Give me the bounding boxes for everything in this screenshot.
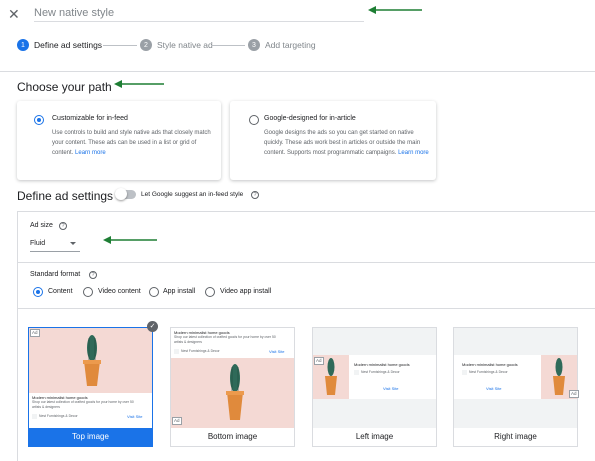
standard-format-label: Standard format xyxy=(30,271,81,278)
step-add-targeting[interactable]: 3 Add targeting xyxy=(248,39,316,51)
format-option-label: App install xyxy=(163,288,196,295)
layout-card-bottom-image[interactable]: Modern minimalist home goods Shop our la… xyxy=(170,327,295,447)
help-icon[interactable]: ? xyxy=(59,222,67,230)
path-option-customizable[interactable]: Customizable for in-feed Use controls to… xyxy=(17,101,221,180)
preview-body: Shop our latest collection of crafted go… xyxy=(32,400,134,409)
radio-app-install[interactable] xyxy=(149,287,159,297)
cactus-pot-image xyxy=(226,364,244,420)
help-icon[interactable]: ? xyxy=(89,271,97,279)
step-connector xyxy=(103,45,137,46)
format-option-label: Video app install xyxy=(220,288,272,295)
path-option-description: Use controls to build and style native a… xyxy=(52,128,212,158)
ad-size-value: Fluid xyxy=(30,240,46,247)
step-style-native-ad[interactable]: 2 Style native ad xyxy=(140,39,213,51)
step-label: Style native ad xyxy=(157,40,213,50)
step-number: 2 xyxy=(140,39,152,51)
format-option-label: Video content xyxy=(98,288,141,295)
ad-badge: Ad xyxy=(30,329,40,337)
step-number: 1 xyxy=(17,39,29,51)
format-option-label: Content xyxy=(48,288,73,295)
advertiser-logo xyxy=(462,370,467,375)
suggest-style-toggle[interactable] xyxy=(115,188,136,200)
radio-google-designed[interactable] xyxy=(249,115,259,125)
layout-card-right-image[interactable]: Ad Modern minimalist home goods Nest Fur… xyxy=(453,327,579,447)
toggle-label: Let Google suggest an in-feed style xyxy=(141,191,244,198)
annotation-arrow xyxy=(114,80,164,88)
define-ad-settings-heading: Define ad settings xyxy=(17,189,114,203)
preview-advertiser: Nest Furnishings & Decor xyxy=(39,414,78,418)
step-define-ad-settings[interactable]: 1 Define ad settings xyxy=(17,39,102,51)
style-name-input[interactable] xyxy=(34,4,364,22)
path-option-title: Google-designed for in-article xyxy=(264,115,356,122)
preview-headline: Modern minimalist home goods xyxy=(354,362,410,367)
layout-caption: Top image xyxy=(29,428,152,446)
preview-headline: Modern minimalist home goods xyxy=(462,362,518,367)
learn-more-link[interactable]: Learn more xyxy=(398,150,429,156)
chevron-down-icon xyxy=(70,242,76,245)
check-icon: ✓ xyxy=(147,321,158,332)
radio-video-content[interactable] xyxy=(83,287,93,297)
preview-cta: Visit Site xyxy=(486,386,502,391)
divider xyxy=(17,308,595,309)
ad-size-select[interactable]: Fluid xyxy=(30,238,80,252)
path-option-title: Customizable for in-feed xyxy=(52,115,128,122)
preview-advertiser: Nest Furnishings & Decor xyxy=(469,370,508,374)
cactus-pot-image xyxy=(325,358,337,395)
preview-cta: Visit Site xyxy=(127,414,143,419)
preview-body: Shop our latest collection of crafted go… xyxy=(174,335,276,344)
advertiser-logo xyxy=(32,414,37,419)
close-icon[interactable]: ✕ xyxy=(8,7,20,21)
preview-advertiser: Nest Furnishings & Decor xyxy=(361,370,400,374)
path-option-description: Google designs the ads so you can get st… xyxy=(264,128,430,158)
help-icon[interactable]: ? xyxy=(251,191,259,199)
step-number: 3 xyxy=(248,39,260,51)
ad-badge: Ad xyxy=(314,357,324,365)
step-connector xyxy=(211,45,245,46)
radio-video-app-install[interactable] xyxy=(205,287,215,297)
radio-content[interactable] xyxy=(33,287,43,297)
path-option-desc-text: Google designs the ads so you can get st… xyxy=(264,130,421,156)
ad-badge: Ad xyxy=(569,390,579,398)
ad-size-label: Ad size xyxy=(30,222,53,229)
header-bar: ✕ xyxy=(0,0,595,72)
cactus-pot-image xyxy=(553,358,565,395)
learn-more-link[interactable]: Learn more xyxy=(75,150,106,156)
step-label: Define ad settings xyxy=(34,40,103,50)
preview-cta: Visit Site xyxy=(269,349,285,354)
cactus-pot-image xyxy=(83,335,101,386)
preview-advertiser: Nest Furnishings & Decor xyxy=(181,349,220,353)
ad-badge: Ad xyxy=(172,417,182,425)
radio-customizable[interactable] xyxy=(34,115,44,125)
step-label: Add targeting xyxy=(265,40,316,50)
layout-caption: Left image xyxy=(355,432,394,441)
layout-caption: Bottom image xyxy=(207,432,258,441)
annotation-arrow xyxy=(368,6,422,14)
path-option-google-designed[interactable]: Google-designed for in-article Google de… xyxy=(230,101,436,180)
layout-caption: Right image xyxy=(494,432,537,441)
preview-cta: Visit Site xyxy=(383,386,399,391)
layout-card-left-image[interactable]: Ad Modern minimalist home goods Nest Fur… xyxy=(312,327,437,447)
layout-card-top-image[interactable]: Ad Modern minimalist home goods Shop our… xyxy=(28,327,153,447)
advertiser-logo xyxy=(354,370,359,375)
divider xyxy=(17,262,595,263)
choose-path-heading: Choose your path xyxy=(17,80,112,94)
advertiser-logo xyxy=(174,349,179,354)
